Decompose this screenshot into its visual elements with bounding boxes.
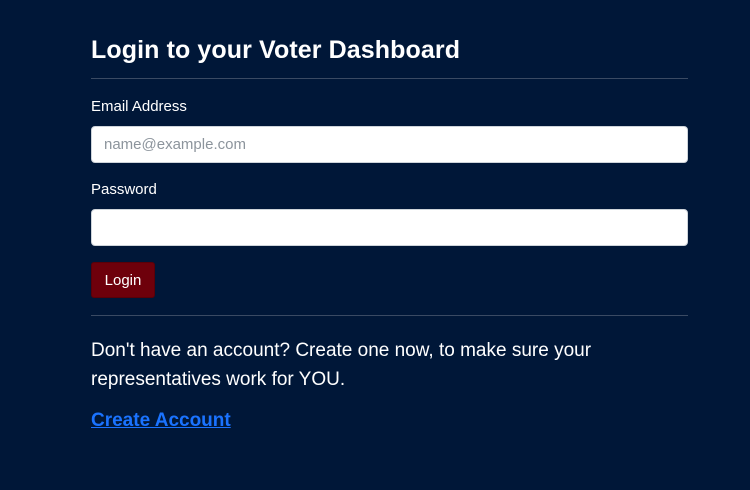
divider-top (91, 78, 688, 79)
signup-prompt: Don't have an account? Create one now, t… (91, 340, 592, 390)
login-button[interactable]: Login (91, 262, 155, 298)
login-page: Login to your Voter Dashboard Email Addr… (0, 0, 750, 490)
password-label: Password (91, 181, 157, 198)
login-form: Email Address Password Login (91, 98, 688, 298)
email-label: Email Address (91, 98, 187, 115)
page-title: Login to your Voter Dashboard (91, 36, 461, 64)
create-account-link[interactable]: Create Account (91, 410, 231, 432)
email-field[interactable] (91, 126, 688, 163)
divider-bottom (91, 315, 688, 316)
password-field[interactable] (91, 209, 688, 246)
